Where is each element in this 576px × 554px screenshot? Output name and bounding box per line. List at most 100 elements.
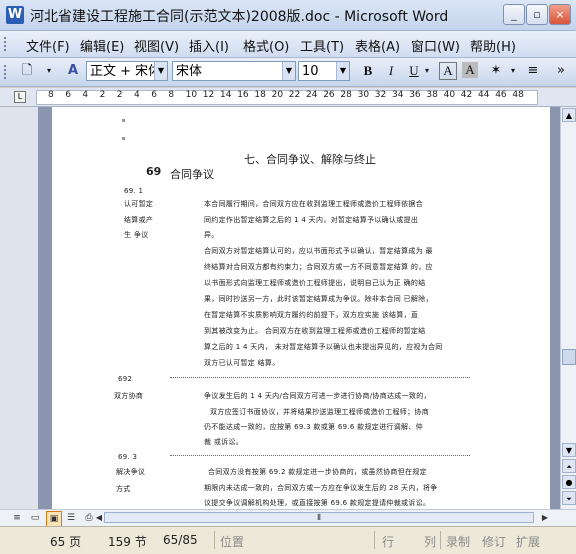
next-page-icon[interactable]: ⏷ [562, 491, 576, 505]
ruler-number: 28 [340, 90, 352, 100]
normal-view-icon[interactable]: ≡ [10, 511, 24, 525]
bold-button[interactable]: B [359, 62, 377, 80]
ruler-number: 4 [134, 90, 140, 100]
paragraph-line: 仍不能达成一致的，应按第 69.3 款或第 69.6 款规定进行调解、仲 [204, 423, 423, 431]
ruler-number: 34 [392, 90, 404, 100]
style-dropdown[interactable]: 正文 + 宋体 ▼ [86, 61, 168, 81]
vertical-scrollbar[interactable]: ▲ ▼ ⏶ ● ⏷ [560, 107, 576, 509]
horizontal-scrollbar[interactable]: ≡ ▭ ▣ ☰ ⎙ ◀ ⦀ ▶ [0, 509, 576, 527]
status-record[interactable]: 录制 [446, 533, 470, 550]
styles-pane-icon[interactable]: A [64, 62, 82, 80]
status-track-changes[interactable]: 修订 [482, 533, 506, 550]
menu-view[interactable]: 视图(V) [134, 36, 179, 55]
paragraph-line: 算之后的 1 4 天内， 未对暂定结算予以确认也未提出异见的，应视为合同 [204, 343, 443, 351]
status-bar: 65 页 159 节 65/85 位置 行 列 录制 修订 扩展 [0, 526, 576, 554]
ruler-number: 46 [495, 90, 507, 100]
ruler-number: 22 [288, 90, 301, 100]
previous-page-icon[interactable]: ⏶ [562, 459, 576, 473]
document-area[interactable]: 七、合同争议、解除与终止 69 合同争议 69. 1 认可暂定 结算或产 生 争… [0, 107, 560, 509]
ruler-number: 36 [409, 90, 421, 100]
align-justify-icon[interactable]: ≡ [524, 62, 542, 80]
ruler-number: 44 [478, 90, 490, 100]
paragraph-line: 果，同时抄送另一方，此时该暂定结算成为争议。除非本合同 已解除， [204, 295, 433, 303]
document-page[interactable]: 七、合同争议、解除与终止 69 合同争议 69. 1 认可暂定 结算或产 生 争… [52, 107, 550, 509]
status-column: 列 [424, 535, 437, 549]
minimize-button[interactable]: _ [503, 4, 525, 25]
ruler-number: 30 [357, 90, 370, 100]
section-divider [170, 455, 470, 456]
ruler-number: 40 [443, 90, 456, 100]
underline-button[interactable]: U [405, 62, 423, 80]
horizontal-scroll-thumb[interactable]: ⦀ [104, 512, 534, 523]
menu-file[interactable]: 文件(F) [26, 36, 70, 55]
ruler-number: 32 [374, 90, 387, 100]
scroll-down-icon[interactable]: ▼ [562, 443, 576, 457]
print-layout-view-icon[interactable]: ▣ [46, 511, 62, 527]
paragraph-line: 双方应签订书面协议，并将结果抄送监理工程师或造价工程师；协商 [210, 408, 429, 416]
paragraph-line: 异。 [204, 231, 219, 239]
status-separator [440, 531, 441, 549]
section-title: 合同争议 [170, 168, 214, 181]
font-dropdown[interactable]: 宋体 ▼ [172, 61, 296, 81]
vertical-scroll-thumb[interactable] [562, 349, 576, 365]
clause-number: 692 [118, 375, 133, 383]
paragraph-line: 到其被改变为止。 合同双方在收到监理工程师或造价工程师的暂定结 [204, 327, 426, 335]
select-browse-object-icon[interactable]: ● [562, 475, 576, 489]
formatting-toolbar: 🗋 ▾ A 正文 + 宋体 ▼ 宋体 ▼ 10 ▼ B I U ▾ A A ✶ … [0, 58, 576, 87]
menu-edit[interactable]: 编辑(E) [80, 36, 124, 55]
status-separator [374, 531, 375, 549]
menu-window[interactable]: 窗口(W) [411, 36, 460, 55]
ruler-number: 2 [116, 90, 123, 100]
paragraph-line: 合同双方对暂定结算认可的，应以书面形式予以确认，暂定结算成为 最 [204, 247, 433, 255]
status-line: 行 [382, 535, 395, 549]
text-effects-icon[interactable]: ✶ [486, 62, 506, 80]
font-value: 宋体 [176, 64, 203, 79]
ruler-number: 4 [82, 90, 89, 100]
menu-tools[interactable]: 工具(T) [300, 36, 344, 55]
status-separator [214, 531, 215, 549]
font-size-dropdown[interactable]: 10 ▼ [298, 61, 350, 81]
italic-button[interactable]: I [382, 62, 400, 80]
font-size-value: 10 [302, 64, 319, 79]
menu-help[interactable]: 帮助(H) [470, 36, 516, 55]
style-value: 正文 + 宋体 [90, 64, 162, 79]
toolbar-grip-icon[interactable] [4, 65, 9, 79]
paragraph-line: 争议发生后的 1 4 天内/合同双方可进一步进行协商/协商达成一致的， [204, 392, 431, 400]
clause-number: 69. 3 [118, 453, 138, 461]
web-layout-view-icon[interactable]: ▭ [28, 511, 42, 525]
toolbar-options-icon[interactable]: ▾ [44, 62, 54, 80]
underline-options-icon[interactable]: ▾ [422, 62, 432, 80]
word-app-icon[interactable]: W [6, 6, 24, 24]
close-button[interactable]: × [549, 4, 571, 25]
paragraph-line: 议提交争议调解机构处理，或直接按第 69.6 款规定提请仲裁或诉讼。 [204, 499, 431, 507]
status-extend[interactable]: 扩展 [516, 533, 540, 550]
character-border-icon[interactable]: A [439, 62, 457, 80]
horizontal-ruler[interactable]: L 8 6 4 2 2 4 6 8 10 12 14 16 18 20 22 24 26 28 30 32 34 36 38… [0, 88, 576, 107]
paragraph-line: 在暂定结算不实质影响双方履约的前提下，双方应实施 该结算，直 [204, 311, 419, 319]
clause-side-label: 认可暂定 [124, 200, 154, 208]
font-dropdown-arrow-icon[interactable]: ▼ [282, 62, 295, 80]
clause-side-label: 解决争议 [116, 468, 146, 476]
ruler-number: 26 [323, 90, 335, 100]
scroll-up-icon[interactable]: ▲ [562, 108, 576, 122]
menu-insert[interactable]: 插入(I) [189, 36, 229, 55]
style-dropdown-arrow-icon[interactable]: ▼ [154, 62, 167, 80]
ruler-number: 18 [254, 90, 266, 100]
character-shading-icon[interactable]: A [462, 62, 478, 78]
font-size-dropdown-arrow-icon[interactable]: ▼ [336, 62, 349, 80]
ruler-number: 8 [48, 90, 54, 100]
toolbar-more-icon[interactable]: » [552, 62, 570, 80]
restore-button[interactable]: ▫ [526, 4, 548, 25]
outline-view-icon[interactable]: ☰ [64, 511, 78, 525]
text-effects-arrow-icon[interactable]: ▾ [508, 62, 518, 80]
tab-selector-icon[interactable]: L [14, 91, 26, 103]
menu-format[interactable]: 格式(O) [243, 36, 289, 55]
clause-number: 69. 1 [124, 187, 144, 195]
section-divider [170, 377, 470, 378]
menubar-grip-icon[interactable] [4, 37, 9, 51]
ruler-number: 2 [99, 90, 106, 100]
menu-table[interactable]: 表格(A) [355, 36, 400, 55]
new-document-icon[interactable]: 🗋 [18, 62, 36, 80]
section-number: 69 [146, 165, 162, 178]
scroll-right-icon[interactable]: ▶ [538, 511, 552, 525]
